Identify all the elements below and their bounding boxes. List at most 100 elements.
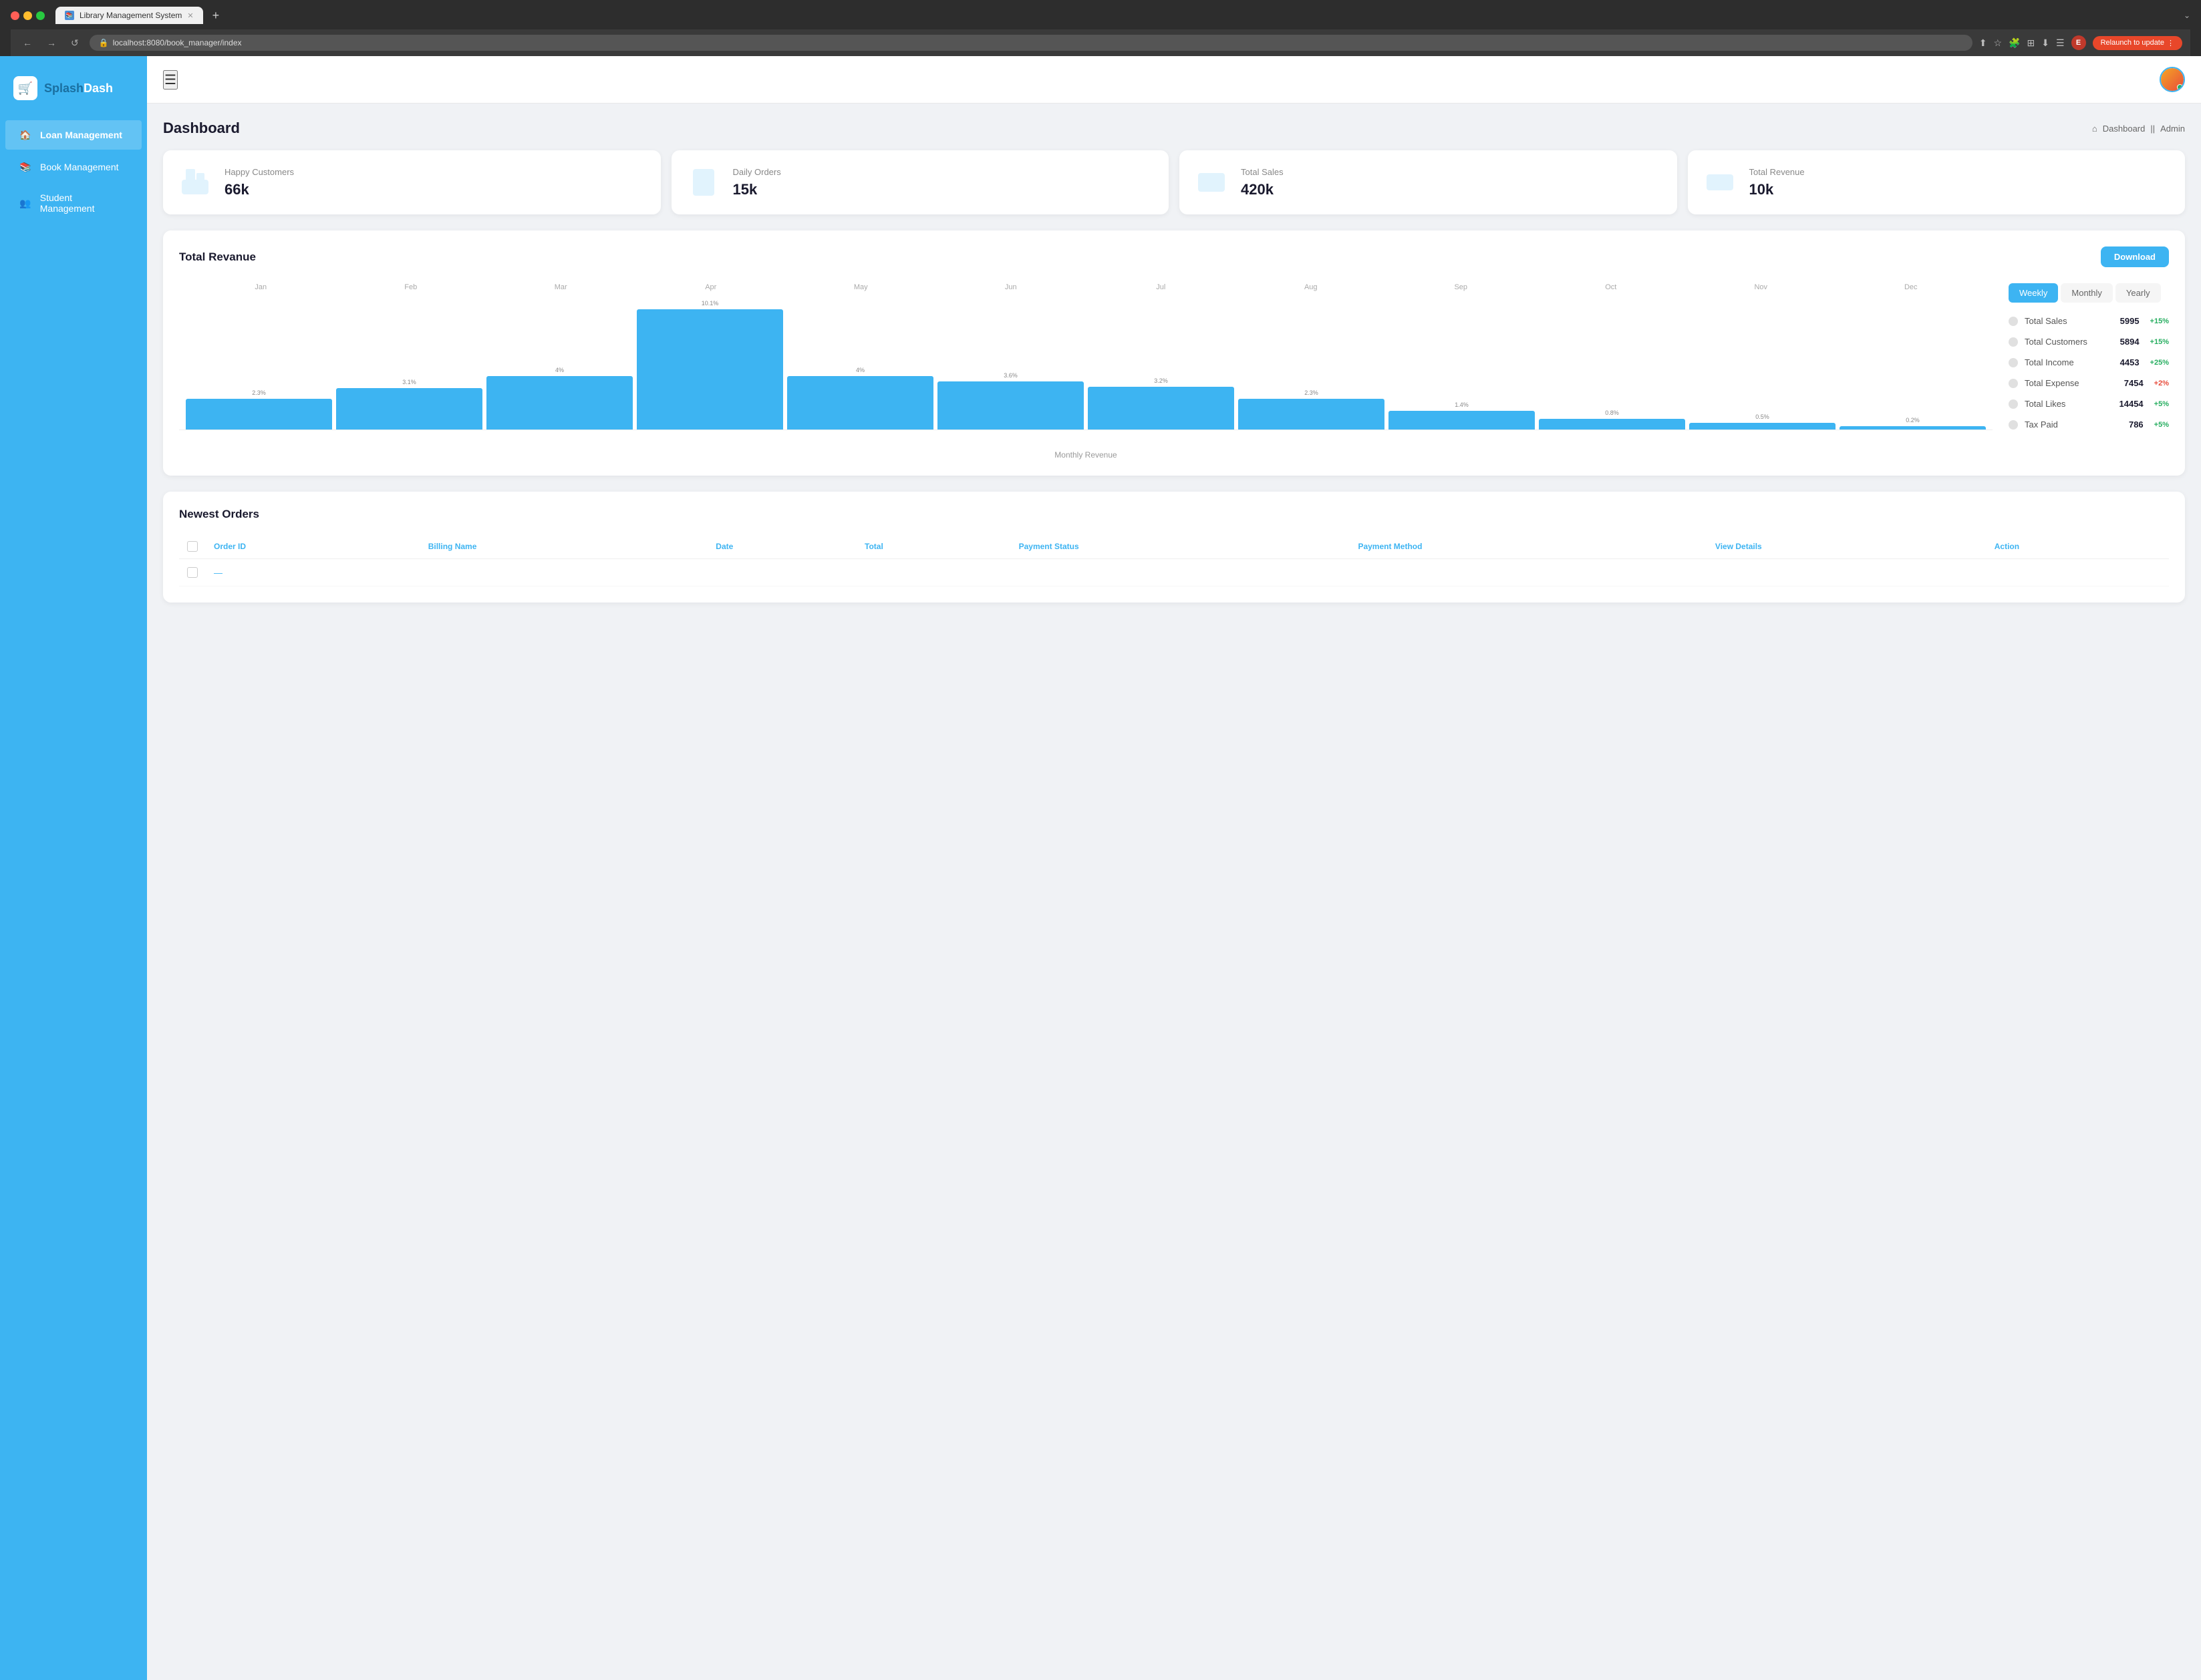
stat-row-label-5: Tax Paid xyxy=(2025,419,2122,430)
tab-weekly[interactable]: Weekly xyxy=(2009,283,2058,303)
bar-Jun xyxy=(937,381,1084,430)
logo-brand2: Dash xyxy=(84,81,113,95)
orders-table-header: Order ID Billing Name Date Total Payment… xyxy=(179,534,2169,559)
nav-items: 🏠 Loan Management 📚 Book Management 👥 St… xyxy=(0,120,147,222)
stat-row-pct-1: +15% xyxy=(2150,338,2169,346)
stat-label-daily-orders: Daily Orders xyxy=(733,167,1156,177)
stat-row-pct-0: +15% xyxy=(2150,317,2169,325)
minimize-window-button[interactable] xyxy=(23,11,32,20)
tab-yearly[interactable]: Yearly xyxy=(2115,283,2161,303)
stat-row-label-0: Total Sales xyxy=(2025,316,2113,326)
breadcrumb: ⌂ Dashboard || Admin xyxy=(2092,124,2185,134)
bar-value-Feb: 3.1% xyxy=(402,379,416,385)
chart-xlabel: Monthly Revenue xyxy=(179,450,1993,460)
close-window-button[interactable] xyxy=(11,11,19,20)
bar-col-Apr: 10.1% xyxy=(637,300,783,430)
logo-symbol: 🛒 xyxy=(18,81,33,96)
bar-value-Sep: 1.4% xyxy=(1455,401,1469,408)
extensions-button[interactable]: 🧩 xyxy=(2009,37,2020,49)
stat-row-pct-4: +5% xyxy=(2154,400,2169,408)
user-avatar[interactable] xyxy=(2160,67,2185,92)
download-browser-button[interactable]: ⬇ xyxy=(2041,37,2049,49)
row-action xyxy=(1987,559,2169,586)
month-aug: Aug xyxy=(1236,283,1386,291)
download-button[interactable]: Download xyxy=(2101,246,2169,267)
logo-text: SplashDash xyxy=(44,81,113,96)
sidebar-item-student-management[interactable]: 👥 Student Management xyxy=(5,184,142,222)
stat-info-total-sales: Total Sales 420k xyxy=(1241,167,1664,198)
stat-row-label-4: Total Likes xyxy=(2025,399,2113,409)
menu-button[interactable]: ⊞ xyxy=(2027,37,2035,49)
tab-favicon: 📚 xyxy=(65,11,74,20)
new-tab-button[interactable]: + xyxy=(208,7,224,24)
month-jan: Jan xyxy=(186,283,336,291)
relaunch-button[interactable]: Relaunch to update ⋮ xyxy=(2093,36,2182,50)
month-jun: Jun xyxy=(936,283,1086,291)
home-icon: 🏠 xyxy=(19,128,32,142)
orders-header-row: Order ID Billing Name Date Total Payment… xyxy=(179,534,2169,559)
stat-label-happy-customers: Happy Customers xyxy=(225,167,647,177)
browser-profile-icon[interactable]: E xyxy=(2071,35,2086,50)
stat-card-total-sales: Total Sales 420k xyxy=(1179,150,1677,214)
bar-value-Oct: 0.8% xyxy=(1605,409,1619,416)
revenue-body: Jan Feb Mar Apr May Jun Jul Aug Sep Oct … xyxy=(179,283,2169,460)
reload-button[interactable]: ↺ xyxy=(67,36,83,50)
back-button[interactable]: ← xyxy=(19,36,36,49)
stat-row-5: Tax Paid 786 +5% xyxy=(2009,419,2169,430)
orders-section: Newest Orders Order ID Billing Name Date… xyxy=(163,492,2185,603)
stat-card-daily-orders: Daily Orders 15k xyxy=(672,150,1169,214)
sidebar-item-loan-management[interactable]: 🏠 Loan Management xyxy=(5,120,142,150)
bar-value-Apr: 10.1% xyxy=(702,300,719,307)
bar-value-Mar: 4% xyxy=(555,367,564,373)
stat-row-0: Total Sales 5995 +15% xyxy=(2009,316,2169,326)
browser-toolbar: ← → ↺ 🔒 localhost:8080/book_manager/inde… xyxy=(11,29,2190,56)
select-all-checkbox[interactable] xyxy=(187,541,198,552)
month-oct: Oct xyxy=(1536,283,1686,291)
hamburger-menu-button[interactable]: ☰ xyxy=(163,70,178,90)
header-right xyxy=(2160,67,2185,92)
bar-Jan xyxy=(186,399,332,430)
stat-value-daily-orders: 15k xyxy=(733,181,1156,198)
total-sales-icon xyxy=(1193,164,1230,201)
month-mar: Mar xyxy=(486,283,636,291)
breadcrumb-home-icon: ⌂ xyxy=(2092,124,2097,134)
bookmark-button[interactable]: ☆ xyxy=(1994,37,2003,49)
sidebar-item-book-management[interactable]: 📚 Book Management xyxy=(5,152,142,182)
orders-table: Order ID Billing Name Date Total Payment… xyxy=(179,534,2169,586)
bar-Oct xyxy=(1539,419,1685,430)
share-button[interactable]: ⬆ xyxy=(1979,37,1987,49)
bar-value-Aug: 2.3% xyxy=(1304,389,1318,396)
month-apr: Apr xyxy=(636,283,786,291)
tab-bar: 📚 Library Management System ✕ + ⌄ xyxy=(55,7,2190,24)
bar-col-Oct: 0.8% xyxy=(1539,409,1685,430)
address-bar[interactable]: 🔒 localhost:8080/book_manager/index xyxy=(90,35,1972,51)
active-tab[interactable]: 📚 Library Management System ✕ xyxy=(55,7,203,24)
stat-rows: Total Sales 5995 +15% Total Customers 58… xyxy=(2009,316,2169,430)
relaunch-label: Relaunch to update xyxy=(2101,39,2164,47)
stat-label-total-revenue: Total Revenue xyxy=(1749,167,2172,177)
revenue-title: Total Revanue xyxy=(179,250,256,264)
maximize-window-button[interactable] xyxy=(36,11,45,20)
stat-value-happy-customers: 66k xyxy=(225,181,647,198)
tab-close-button[interactable]: ✕ xyxy=(187,11,193,20)
month-feb: Feb xyxy=(336,283,486,291)
header-action: Action xyxy=(1987,534,2169,559)
row-select-checkbox[interactable] xyxy=(187,567,198,578)
revenue-header: Total Revanue Download xyxy=(179,246,2169,267)
bar-value-Jul: 3.2% xyxy=(1154,377,1168,384)
orders-title: Newest Orders xyxy=(179,508,2169,521)
header-order-id: Order ID xyxy=(206,534,420,559)
forward-button[interactable]: → xyxy=(43,36,60,49)
logo-brand1: Splash xyxy=(44,81,84,95)
bar-value-Jan: 2.3% xyxy=(252,389,266,396)
bar-Aug xyxy=(1238,399,1384,430)
daily-orders-icon xyxy=(685,164,722,201)
profile-button[interactable]: ☰ xyxy=(2056,37,2065,49)
browser-titlebar: 📚 Library Management System ✕ + ⌄ xyxy=(11,7,2190,24)
revenue-section: Total Revanue Download Jan Feb Mar Apr M… xyxy=(163,230,2185,476)
bar-Feb xyxy=(336,388,482,430)
bar-Jul xyxy=(1088,387,1234,430)
sidebar: 🛒 SplashDash 🏠 Loan Management 📚 Book Ma… xyxy=(0,56,147,1680)
tab-monthly[interactable]: Monthly xyxy=(2061,283,2113,303)
tab-expand-button[interactable]: ⌄ xyxy=(2184,11,2190,20)
